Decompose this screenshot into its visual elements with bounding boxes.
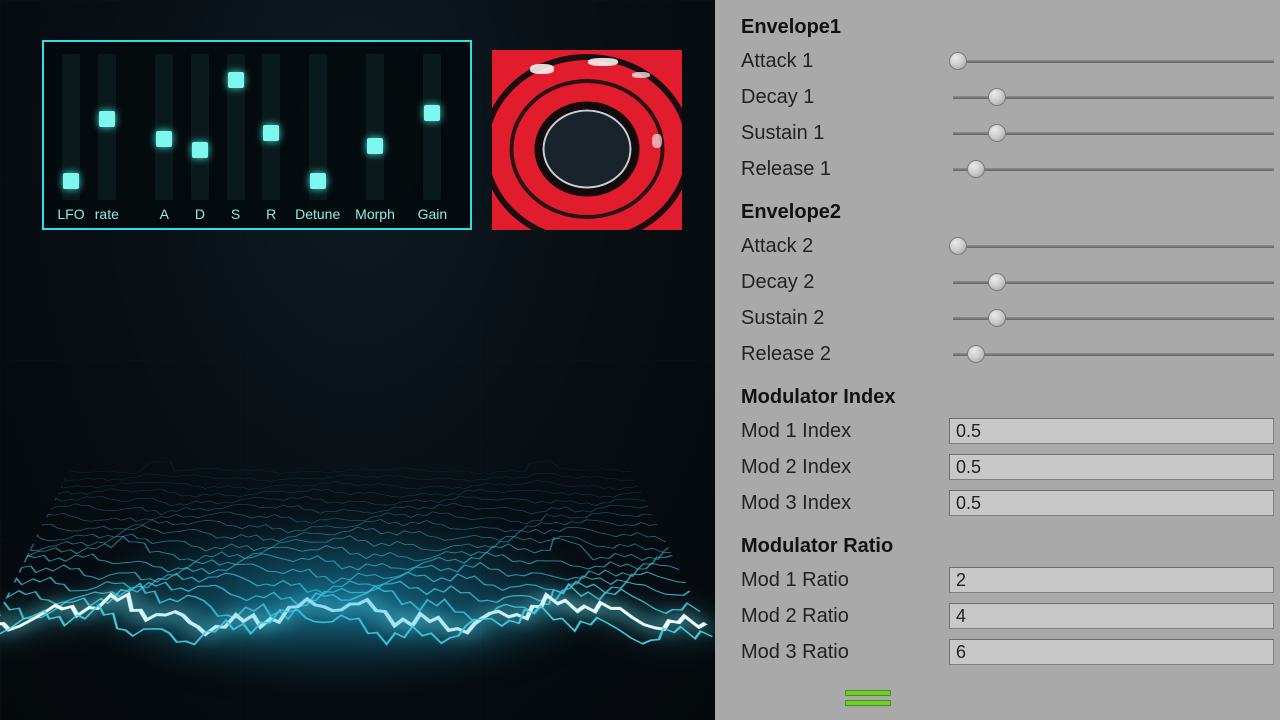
- mod-ratio-row: Mod 1 Ratio2: [741, 562, 1276, 598]
- env1-label: Sustain 1: [741, 122, 949, 145]
- mod-ratio-label: Mod 2 Ratio: [741, 605, 949, 628]
- envelope1-header: Envelope1: [741, 16, 1276, 39]
- fader-module: LFO rate A D S R Detune Morph Gain: [42, 40, 472, 230]
- level-meter: [845, 690, 891, 696]
- env1-label: Attack 1: [741, 50, 949, 73]
- fader-label: S: [231, 206, 240, 222]
- mod-index-row: Mod 3 Index0.5: [741, 485, 1276, 521]
- fader-detune[interactable]: Detune: [294, 54, 341, 222]
- env2-row: Sustain 2: [741, 300, 1276, 336]
- fader-label: Morph: [355, 206, 395, 222]
- fader-r[interactable]: R: [258, 54, 284, 222]
- mod-ratio-label: Mod 1 Ratio: [741, 569, 949, 592]
- level-meter: [845, 700, 891, 706]
- preview-thumbnail[interactable]: [492, 50, 682, 230]
- env1-row: Sustain 1: [741, 115, 1276, 151]
- envelope2-header: Envelope2: [741, 201, 1276, 224]
- fader-a[interactable]: A: [151, 54, 177, 222]
- mod-index-label: Mod 2 Index: [741, 456, 949, 479]
- mod-ratio-row: Mod 3 Ratio6: [741, 634, 1276, 670]
- env1-slider[interactable]: [949, 160, 1274, 178]
- inspector-panel: Envelope1 Attack 1 Decay 1 Sustain 1 Releas…: [715, 0, 1280, 720]
- fader-label: A: [160, 206, 169, 222]
- mod-index-row: Mod 2 Index0.5: [741, 449, 1276, 485]
- env1-row: Attack 1: [741, 43, 1276, 79]
- env1-slider[interactable]: [949, 52, 1274, 70]
- mod-index-field[interactable]: 0.5: [949, 418, 1274, 444]
- fader-label: Detune: [295, 206, 340, 222]
- env1-row: Release 1: [741, 151, 1276, 187]
- env2-slider[interactable]: [949, 237, 1274, 255]
- fader-lfo[interactable]: LFO: [58, 54, 84, 222]
- fader-gain[interactable]: Gain: [409, 54, 456, 222]
- fader-morph[interactable]: Morph: [351, 54, 398, 222]
- env2-row: Attack 2: [741, 228, 1276, 264]
- fader-d[interactable]: D: [187, 54, 213, 222]
- env2-slider[interactable]: [949, 345, 1274, 363]
- fader-label: LFO: [57, 206, 84, 222]
- mod-ratio-field[interactable]: 6: [949, 639, 1274, 665]
- env1-slider[interactable]: [949, 88, 1274, 106]
- env1-row: Decay 1: [741, 79, 1276, 115]
- env2-slider[interactable]: [949, 273, 1274, 291]
- fader-rate[interactable]: rate: [94, 54, 120, 222]
- level-meters: [845, 690, 975, 710]
- mod-ratio-row: Mod 2 Ratio4: [741, 598, 1276, 634]
- env2-slider[interactable]: [949, 309, 1274, 327]
- visualizer-panel: LFO rate A D S R Detune Morph Gain: [0, 0, 715, 720]
- mod-index-field[interactable]: 0.5: [949, 490, 1274, 516]
- mod-index-label: Mod 3 Index: [741, 492, 949, 515]
- mod-index-row: Mod 1 Index0.5: [741, 413, 1276, 449]
- fader-label: D: [195, 206, 205, 222]
- mod-index-label: Mod 1 Index: [741, 420, 949, 443]
- fader-s[interactable]: S: [223, 54, 249, 222]
- fader-label: rate: [95, 206, 119, 222]
- env2-label: Attack 2: [741, 235, 949, 258]
- env2-label: Release 2: [741, 343, 949, 366]
- env2-row: Decay 2: [741, 264, 1276, 300]
- env1-label: Decay 1: [741, 86, 949, 109]
- env2-label: Sustain 2: [741, 307, 949, 330]
- mod-ratio-label: Mod 3 Ratio: [741, 641, 949, 664]
- env2-label: Decay 2: [741, 271, 949, 294]
- mod-index-header: Modulator Index: [741, 386, 1276, 409]
- env1-slider[interactable]: [949, 124, 1274, 142]
- mod-index-field[interactable]: 0.5: [949, 454, 1274, 480]
- mod-ratio-field[interactable]: 2: [949, 567, 1274, 593]
- mod-ratio-field[interactable]: 4: [949, 603, 1274, 629]
- mod-ratio-header: Modulator Ratio: [741, 535, 1276, 558]
- fader-label: Gain: [418, 206, 448, 222]
- waveform-glow: [80, 520, 600, 680]
- env2-row: Release 2: [741, 336, 1276, 372]
- fader-label: R: [266, 206, 276, 222]
- env1-label: Release 1: [741, 158, 949, 181]
